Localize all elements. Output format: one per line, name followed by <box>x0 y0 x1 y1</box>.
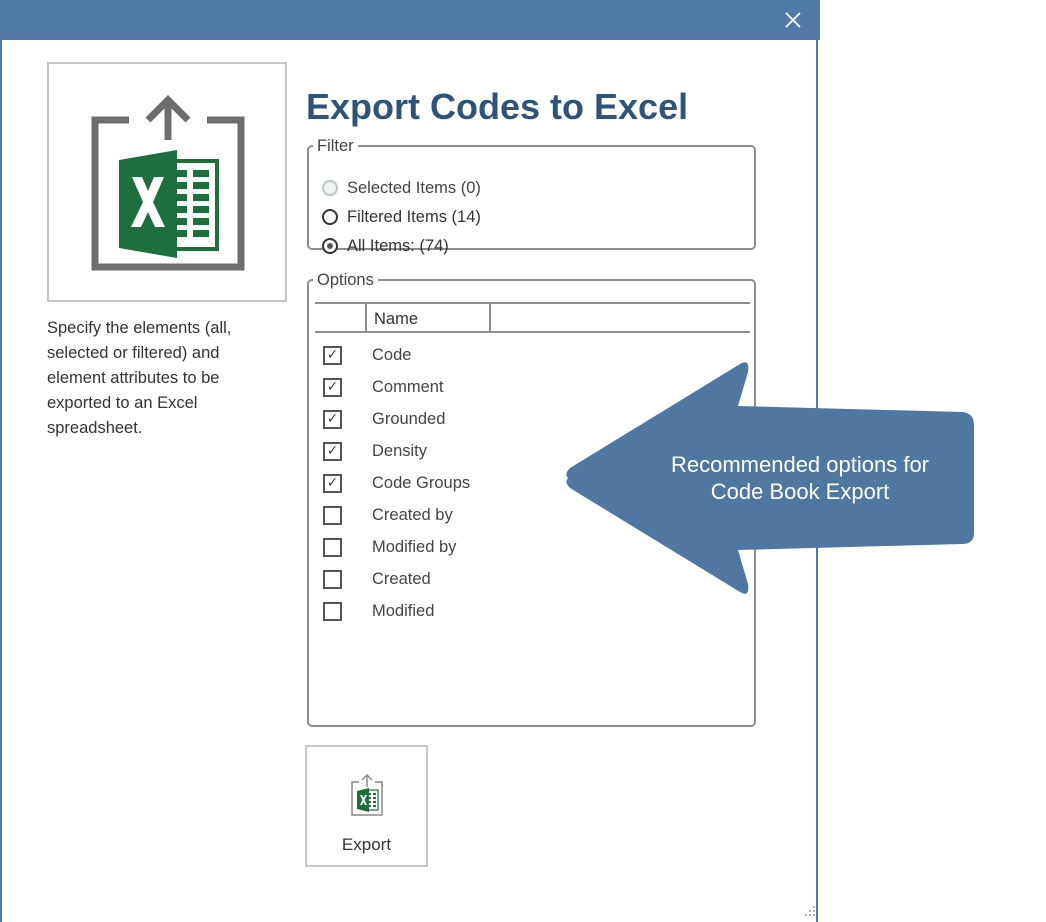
filter-legend: Filter <box>317 137 354 155</box>
column-header-name[interactable]: Name <box>374 310 418 329</box>
option-checkbox[interactable]: ✓ <box>323 345 342 365</box>
option-row-grounded[interactable]: ✓ Grounded <box>323 403 445 435</box>
option-row-created-by[interactable]: Created by <box>323 499 453 531</box>
export-button[interactable]: Export <box>305 745 428 867</box>
option-row-comment[interactable]: ✓ Comment <box>323 371 444 403</box>
radio-selected-items[interactable]: Selected Items (0) <box>322 176 481 200</box>
options-legend: Options <box>317 271 374 289</box>
option-checkbox[interactable]: ✓ <box>323 409 342 429</box>
radio-filtered-items[interactable]: Filtered Items (14) <box>322 205 481 229</box>
option-checkbox[interactable]: ✓ <box>323 473 342 493</box>
option-checkbox[interactable]: ✓ <box>323 377 342 397</box>
option-label: Density <box>372 441 428 460</box>
column-separator <box>489 304 491 333</box>
radio-all-items[interactable]: All Items: (74) <box>322 234 449 258</box>
option-label: Modified <box>372 601 435 620</box>
option-checkbox[interactable] <box>323 505 342 525</box>
radio-button[interactable] <box>322 180 338 196</box>
option-label: Code Groups <box>372 473 471 492</box>
callout-text: Recommended options for Code Book Export <box>640 451 960 505</box>
option-checkbox[interactable] <box>323 569 342 589</box>
option-label: Grounded <box>372 409 446 428</box>
options-column-header[interactable]: Name <box>315 302 750 333</box>
option-checkbox[interactable]: ✓ <box>323 441 342 461</box>
option-row-modified-by[interactable]: Modified by <box>323 531 456 563</box>
option-row-created[interactable]: Created <box>323 563 431 595</box>
option-label: Created <box>372 569 431 588</box>
radio-label: Filtered Items (14) <box>347 207 481 226</box>
dialog-description: Specify the elements (all, selected or f… <box>47 319 232 437</box>
callout-text-line: Code Book Export <box>710 479 890 504</box>
option-checkbox[interactable] <box>323 537 342 557</box>
export-button-label: Export <box>341 835 392 854</box>
option-checkbox[interactable] <box>323 601 342 621</box>
filter-group: Filter Selected Items (0) Filtered Items… <box>307 137 756 255</box>
excel-export-icon <box>91 95 245 271</box>
option-row-density[interactable]: ✓ Density <box>323 435 427 467</box>
resize-grip-icon[interactable] <box>802 904 816 918</box>
radio-button[interactable] <box>322 238 338 254</box>
title-bar <box>2 0 820 40</box>
option-row-code[interactable]: ✓ Code <box>323 339 411 371</box>
option-row-modified[interactable]: Modified <box>323 595 434 627</box>
radio-label: Selected Items (0) <box>347 178 481 197</box>
option-label: Modified by <box>372 537 457 556</box>
option-label: Code <box>372 345 412 364</box>
hero-image-frame <box>47 62 287 302</box>
close-icon <box>785 12 801 28</box>
column-separator <box>365 304 367 333</box>
option-label: Comment <box>372 377 444 396</box>
close-button[interactable] <box>782 9 804 31</box>
page-title: Export Codes to Excel <box>306 86 689 127</box>
option-label: Created by <box>372 505 453 524</box>
radio-button[interactable] <box>322 209 338 225</box>
excel-export-icon <box>351 773 383 816</box>
radio-label: All Items: (74) <box>347 236 449 255</box>
option-row-code-groups[interactable]: ✓ Code Groups <box>323 467 470 499</box>
callout-text-line: Recommended options for <box>670 452 930 477</box>
